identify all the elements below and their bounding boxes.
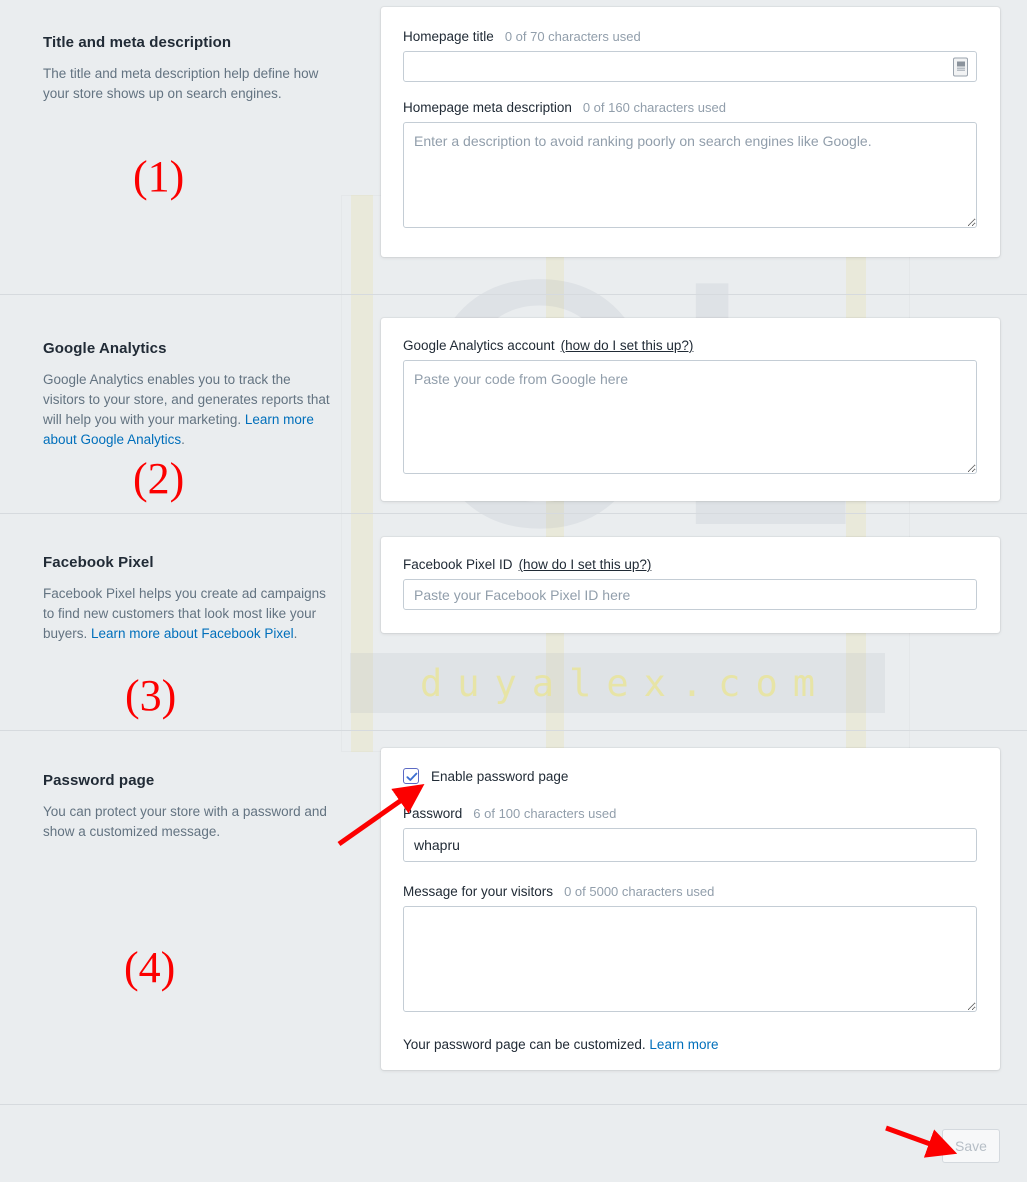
password-manager-icon[interactable] [953,57,968,76]
annotation-marker-1: (1) [133,152,185,201]
section-google-analytics: Google Analytics Google Analytics enable… [0,295,1027,514]
ga-desc-post: . [181,432,185,447]
meta-description-counter: 0 of 160 characters used [582,100,726,115]
enable-password-page-checkbox[interactable] [403,768,419,784]
section-facebook-pixel: Facebook Pixel Facebook Pixel helps you … [0,514,1027,731]
message-label: Message for your visitors [403,884,554,899]
enable-password-page-row[interactable]: Enable password page [403,768,977,784]
card-facebook-pixel: Facebook Pixel ID (how do I set this up?… [381,537,1000,633]
card-google-analytics: Google Analytics account (how do I set t… [381,318,1000,501]
annotation-marker-4: (4) [124,943,176,992]
fb-pixel-label-row: Facebook Pixel ID (how do I set this up?… [403,557,977,572]
page-footer: Save [0,1104,1027,1182]
message-textarea[interactable] [403,906,977,1012]
homepage-title-input[interactable] [403,51,977,82]
password-counter: 6 of 100 characters used [473,806,617,821]
meta-description-textarea[interactable] [403,122,977,228]
homepage-title-input-wrap [403,51,977,82]
section-description: The title and meta description help defi… [43,66,319,101]
meta-description-label-row: Homepage meta description 0 of 160 chara… [403,100,977,115]
annotation-marker-3: (3) [125,671,177,720]
password-page-note-text: Your password page can be customized. [403,1037,646,1052]
ga-help-link[interactable]: (how do I set this up?) [561,338,694,353]
seo-settings-page: Title and meta description The title and… [0,0,1027,1163]
message-counter: 0 of 5000 characters used [564,884,715,899]
fb-pixel-input[interactable] [403,579,977,610]
section-title: Facebook Pixel [43,554,154,571]
card-title-meta: Homepage title 0 of 70 characters used H… [381,7,1000,257]
fb-desc-post: . [293,626,298,641]
section-title: Password page [43,772,155,789]
section-description: You can protect your store with a passwo… [43,804,327,839]
fb-learn-more-link[interactable]: Learn more about Facebook Pixel [91,626,294,641]
enable-password-page-label: Enable password page [431,768,569,784]
password-label-row: Password 6 of 100 characters used [403,806,977,821]
section-title: Google Analytics [43,340,167,357]
card-password-page: Enable password page Password 6 of 100 c… [381,748,1000,1070]
ga-account-label: Google Analytics account [403,338,555,353]
save-button[interactable]: Save [942,1129,1000,1163]
section-description: Facebook Pixel helps you create ad campa… [43,584,333,644]
section-title-meta: Title and meta description The title and… [0,0,1027,295]
message-label-row: Message for your visitors 0 of 5000 char… [403,884,977,899]
password-input[interactable] [403,828,977,862]
ga-account-textarea[interactable] [403,360,977,474]
annotation-marker-2: (2) [133,454,185,503]
password-page-note: Your password page can be customized. Le… [403,1037,977,1052]
password-label: Password [403,806,463,821]
password-page-learn-more-link[interactable]: Learn more [649,1037,718,1052]
footer-divider [0,1104,1027,1105]
section-password-page: Password page You can protect your store… [0,731,1027,1104]
homepage-title-counter: 0 of 70 characters used [504,29,641,44]
section-description: Google Analytics enables you to track th… [43,370,333,450]
fb-help-link[interactable]: (how do I set this up?) [519,557,652,572]
homepage-title-label-row: Homepage title 0 of 70 characters used [403,29,977,44]
homepage-title-label: Homepage title [403,29,494,44]
section-title: Title and meta description [43,34,232,51]
fb-pixel-label: Facebook Pixel ID [403,557,513,572]
ga-account-label-row: Google Analytics account (how do I set t… [403,338,977,353]
meta-description-label: Homepage meta description [403,100,572,115]
